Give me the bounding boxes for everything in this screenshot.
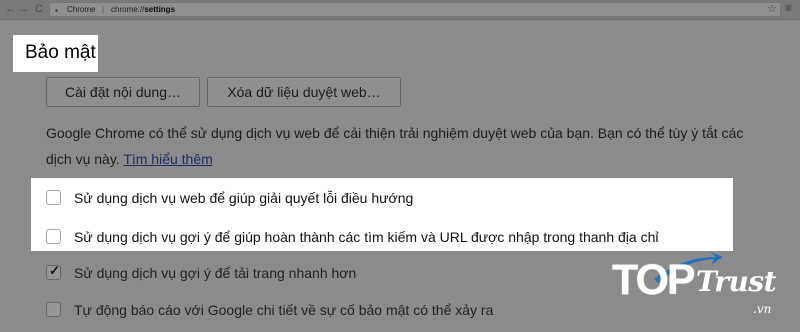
toptrust-watermark-logo: TOP Trust .vn [612,252,800,332]
checkbox-unchecked[interactable] [46,190,61,205]
option-label: Tự động báo cáo với Google chi tiết về s… [74,302,494,318]
browser-toolbar: ← → C ▪ Chrome | chrome://settings ☆ ≡ [0,0,800,20]
chrome-page-icon: ▪ [55,6,58,15]
checkbox-unchecked[interactable] [46,229,61,244]
menu-icon[interactable]: ≡ [785,2,792,14]
checkbox-unchecked[interactable] [46,302,61,317]
reload-icon[interactable]: C [35,3,43,15]
clear-browsing-data-button[interactable]: Xóa dữ liệu duyệt web… [207,77,401,107]
checkbox-checked[interactable]: ✓ [46,263,61,280]
url-path: settings [144,5,176,14]
url-scheme: chrome:// [111,5,145,14]
bookmark-star-icon[interactable]: ☆ [767,3,777,15]
settings-page: ← → C ▪ Chrome | chrome://settings ☆ ≡ B… [0,0,800,332]
content-settings-button[interactable]: Cài đặt nội dung… [46,77,200,107]
section-title: Bảo mật [25,42,96,63]
option-label: Sử dụng dịch vụ web để giúp giải quyết l… [74,190,414,206]
address-chip-label: Chrome [67,5,96,14]
address-bar[interactable]: ▪ Chrome | chrome://settings [49,2,781,17]
logo-trust-text: Trust [696,265,777,298]
privacy-description: Google Chrome có thể sử dụng dịch vụ web… [46,120,766,172]
section-title-box: Bảo mật [13,35,98,72]
learn-more-link[interactable]: Tìm hiểu thêm [123,151,212,167]
address-separator: | [102,5,105,14]
logo-top-text: TOP [612,256,696,304]
option-label: Sử dụng dịch vụ gợi ý để giúp hoàn thành… [74,229,659,245]
checkmark-icon: ✓ [49,263,60,278]
option-label: Sử dụng dịch vụ gợi ý để tải trang nhanh… [74,265,357,281]
address-url: chrome://settings [111,3,175,16]
forward-icon[interactable]: → [18,3,29,15]
back-icon[interactable]: ← [5,3,16,15]
logo-domain-text: .vn [753,302,772,316]
